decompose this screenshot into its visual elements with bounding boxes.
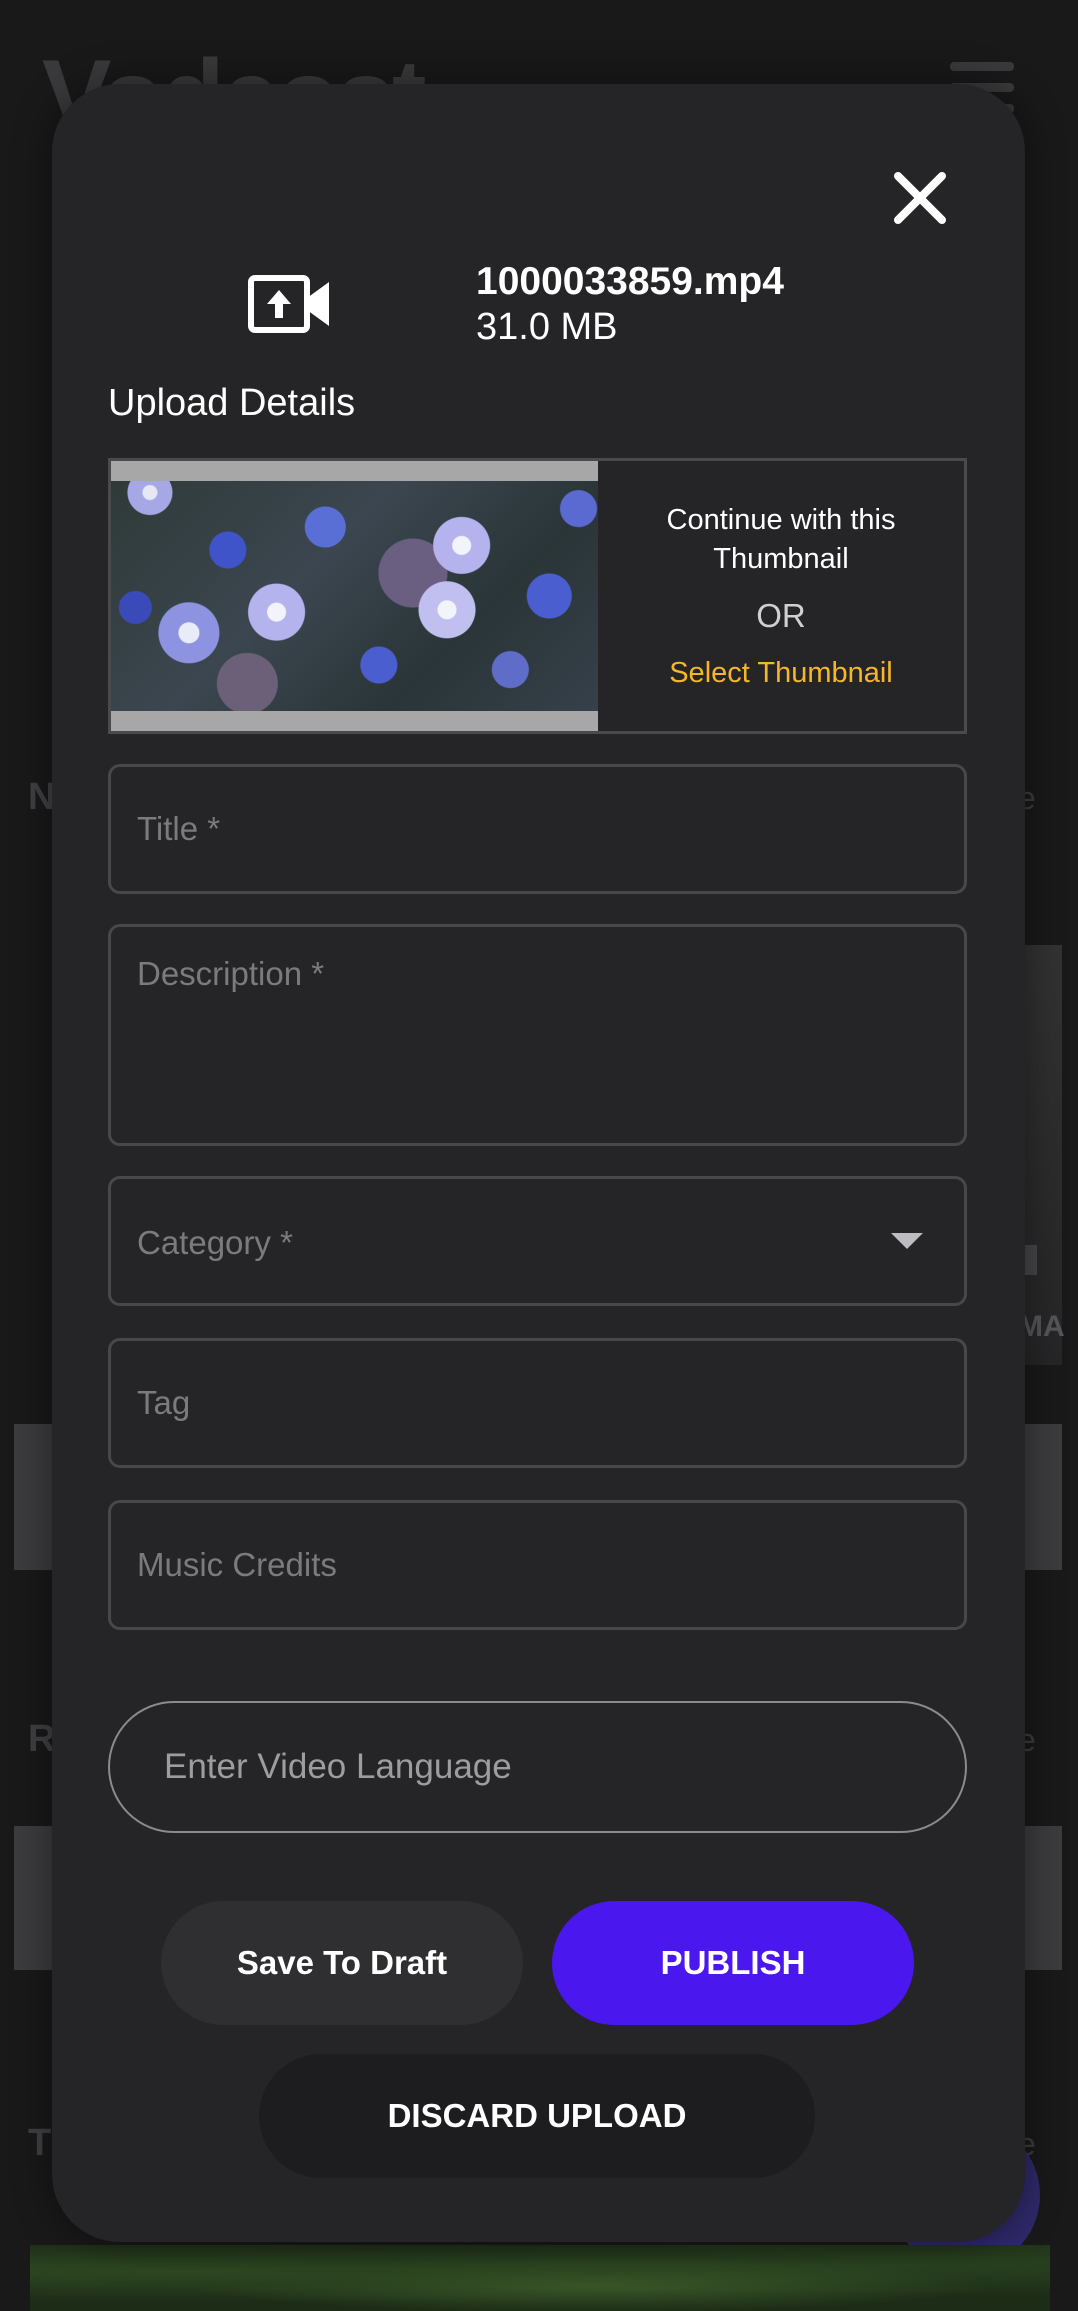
continue-thumbnail-text: Continue with this Thumbnail: [666, 504, 896, 575]
upload-details-modal: 1000033859.mp4 31.0 MB Upload Details Co…: [52, 84, 1025, 2242]
file-size: 31.0 MB: [476, 306, 618, 348]
title-input[interactable]: [108, 764, 967, 894]
category-placeholder: Category *: [137, 1224, 293, 1261]
thumbnail-image: [111, 481, 598, 711]
publish-button[interactable]: PUBLISH: [552, 1901, 914, 2025]
thumbnail-panel: Continue with this Thumbnail OR Select T…: [108, 458, 967, 734]
video-upload-icon: [248, 275, 329, 333]
thumbnail-options: Continue with this Thumbnail OR Select T…: [598, 461, 964, 731]
select-thumbnail-link[interactable]: Select Thumbnail: [598, 657, 964, 690]
save-to-draft-button[interactable]: Save To Draft: [161, 1901, 523, 2025]
category-select[interactable]: Category *: [108, 1176, 967, 1306]
file-name: 1000033859.mp4: [476, 260, 784, 303]
close-icon[interactable]: [892, 170, 948, 226]
background-thumbnail: [30, 2245, 1050, 2311]
or-separator: OR: [756, 597, 806, 634]
close-button[interactable]: [882, 160, 958, 236]
tag-input[interactable]: [108, 1338, 967, 1468]
description-input[interactable]: [108, 924, 967, 1146]
screen: Vodeost N e MA R e T e 1000033859.mp4 31…: [0, 0, 1078, 2311]
chevron-down-icon: [891, 1233, 923, 1249]
discard-upload-button[interactable]: DISCARD UPLOAD: [259, 2054, 815, 2178]
upload-details-title: Upload Details: [108, 382, 356, 424]
thumbnail-preview: [111, 461, 598, 731]
section-heading-letter: T: [28, 2122, 52, 2164]
video-language-input[interactable]: [108, 1701, 967, 1833]
music-credits-input[interactable]: [108, 1500, 967, 1630]
